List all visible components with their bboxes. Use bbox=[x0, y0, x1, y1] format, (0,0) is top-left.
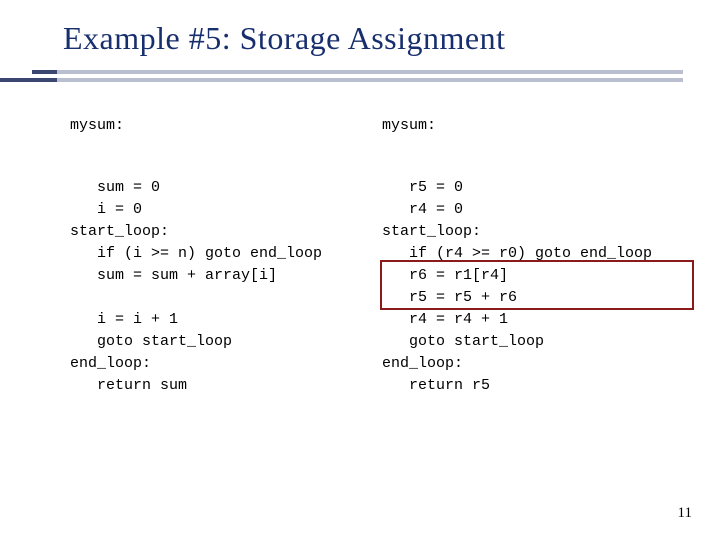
slide-title: Example #5: Storage Assignment bbox=[63, 20, 506, 56]
slide-title-area: Example #5: Storage Assignment bbox=[63, 20, 683, 57]
right-label: mysum: bbox=[382, 115, 702, 137]
right-code-block: r5 = 0 r4 = 0 start_loop: if (r4 >= r0) … bbox=[382, 177, 702, 397]
right-code-column: mysum: r5 = 0 r4 = 0 start_loop: if (r4 … bbox=[382, 115, 702, 397]
page-number: 11 bbox=[678, 505, 692, 522]
left-code-block-1: sum = 0 i = 0 start_loop: if (i >= n) go… bbox=[70, 177, 380, 287]
left-code-column: mysum: sum = 0 i = 0 start_loop: if (i >… bbox=[70, 115, 380, 397]
left-label: mysum: bbox=[70, 115, 380, 137]
underline-rule-2 bbox=[0, 78, 683, 82]
underline-rule-1 bbox=[32, 70, 683, 74]
left-code-block-2: i = i + 1 goto start_loop end_loop: retu… bbox=[70, 309, 380, 397]
